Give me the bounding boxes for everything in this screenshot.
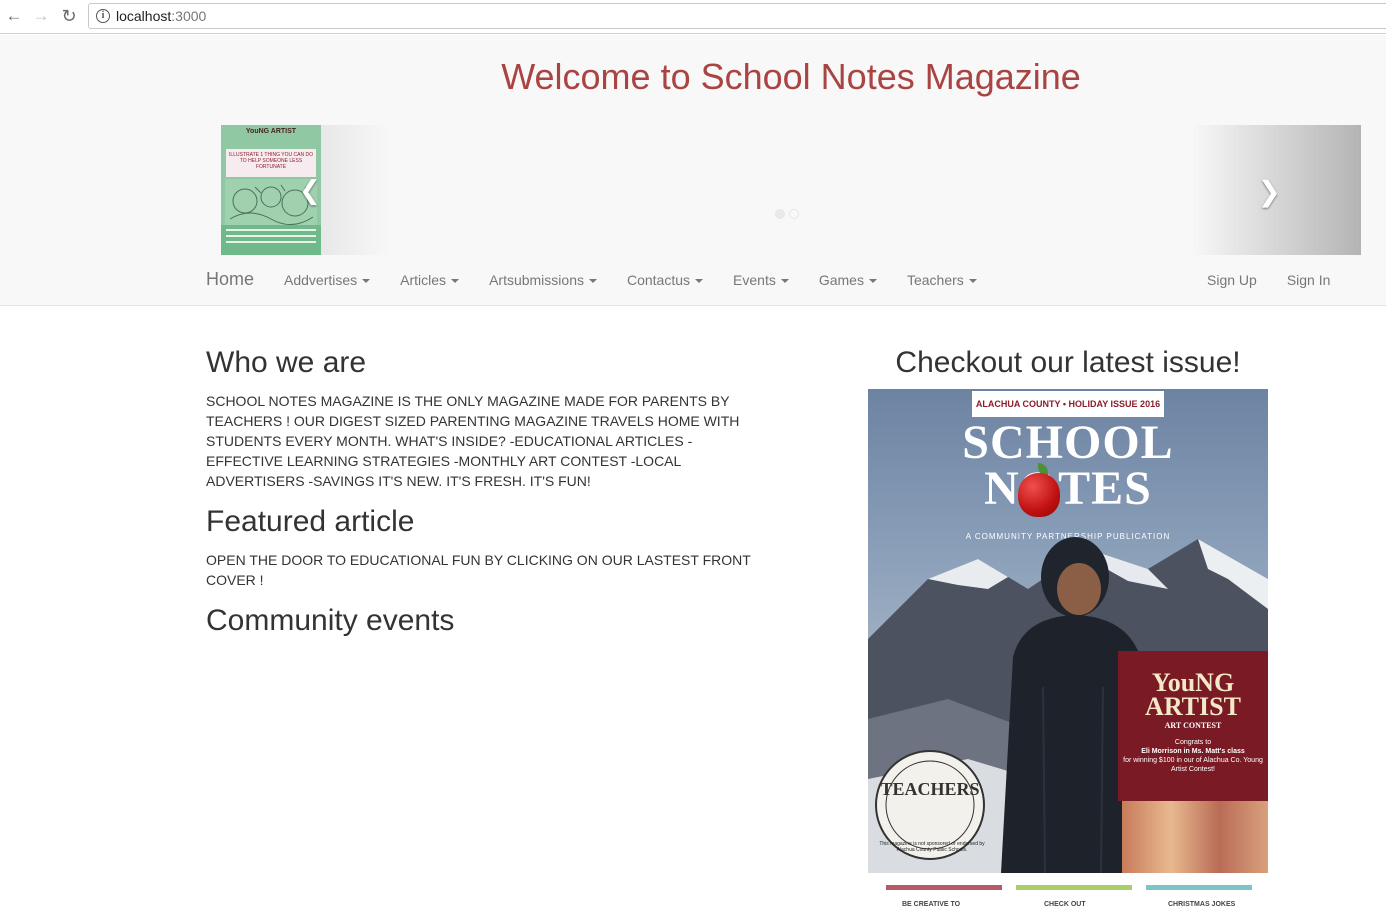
strip-item: BE CREATIVE TO: [902, 901, 961, 908]
contest-detail: for winning $100 in our of Alachua Co. Y…: [1123, 757, 1263, 773]
contest-winner: Eli Morrison in Ms. Matt's class: [1141, 748, 1245, 755]
cover-title: SCHOOL NOTES: [868, 419, 1268, 513]
contest-kids-photo: [1122, 801, 1268, 873]
nav-item-articles[interactable]: Articles: [400, 272, 460, 288]
nav-item-label: Games: [818, 272, 864, 288]
featured-article-text: OPEN THE DOOR TO EDUCATIONAL FUN BY CLIC…: [206, 552, 751, 588]
cover-title-line-2: NOTES: [984, 462, 1152, 515]
nav-home-link[interactable]: Home: [206, 269, 254, 290]
thumb-footer: [221, 225, 321, 255]
caret-down-icon: [695, 279, 704, 284]
url-host: localhost: [116, 8, 172, 24]
nav-item-label: Teachers: [906, 272, 964, 288]
strip-bar-red: [886, 885, 1002, 890]
nav-item-contactus[interactable]: Contactus: [626, 272, 704, 288]
nav-item-addvertises[interactable]: Addvertises: [284, 272, 371, 288]
contest-congrats: Congrats to: [1174, 739, 1212, 746]
carousel-indicator[interactable]: [789, 209, 799, 219]
site-header: Welcome to School Notes Magazine YouNG A…: [0, 35, 1386, 306]
caret-down-icon: [451, 279, 460, 284]
image-carousel: YouNG ARTIST ILLUSTRATE 1 THING YOU CAN …: [221, 125, 1361, 255]
who-we-are-heading: Who we are: [206, 346, 367, 379]
strip-bar-teal: [1146, 885, 1252, 890]
caret-down-icon: [968, 279, 977, 284]
thumb-title: YouNG ARTIST: [221, 125, 321, 147]
contest-details: Congrats to Eli Morrison in Ms. Matt's c…: [1118, 738, 1268, 774]
caret-down-icon: [588, 279, 597, 284]
nav-item-label: Addvertises: [284, 272, 358, 288]
address-bar[interactable]: i localhost:3000: [88, 3, 1386, 29]
url-text: localhost:3000: [116, 8, 206, 24]
carousel-indicators: [775, 209, 799, 219]
nav-item-label: Events: [733, 272, 776, 288]
reload-icon[interactable]: ↻: [60, 6, 78, 26]
forward-arrow-icon[interactable]: →: [32, 6, 50, 26]
strip-item: CHECK OUT: [1044, 901, 1086, 908]
art-contest-text: YouNG ARTIST ART CONTEST Congrats to Eli…: [1118, 668, 1268, 774]
community-events-heading: Community events: [206, 604, 455, 637]
nav-item-events[interactable]: Events: [733, 272, 789, 288]
thumb-subtitle: ILLUSTRATE 1 THING YOU CAN DO TO HELP SO…: [226, 149, 316, 177]
browser-toolbar: ← → ↻ i localhost:3000: [0, 0, 1386, 34]
content-left: Who we are SCHOOL NOTES MAGAZINE IS THE …: [206, 346, 766, 649]
strip-item: CHRISTMAS JOKES: [1168, 901, 1236, 908]
cover-bottom-strip: BE CREATIVE TO CHECK OUT CHRISTMAS JOKES: [868, 877, 1268, 908]
nav-item-games[interactable]: Games: [819, 272, 877, 288]
nav-item-label: Articles: [400, 272, 447, 288]
chevron-right-icon[interactable]: ❯: [1258, 175, 1281, 208]
back-arrow-icon[interactable]: ←: [5, 6, 23, 26]
latest-issue-cover[interactable]: ALACHUA COUNTY • HOLIDAY ISSUE 2016 SCHO…: [868, 389, 1268, 873]
nav-menu: Addvertises Articles Artsubmissions Cont…: [284, 272, 1007, 288]
who-we-are-text: SCHOOL NOTES MAGAZINE IS THE ONLY MAGAZI…: [206, 393, 740, 489]
carousel-prev-control[interactable]: [321, 125, 391, 255]
strip-bar-green: [1016, 885, 1132, 890]
chevron-left-icon[interactable]: ❮: [299, 175, 321, 206]
caret-down-icon: [362, 279, 371, 284]
latest-issue-heading: Checkout our latest issue!: [895, 346, 1241, 379]
nav-item-teachers[interactable]: Teachers: [907, 272, 977, 288]
site-title: Welcome to School Notes Magazine: [501, 56, 1081, 97]
carousel-indicator[interactable]: [775, 209, 785, 219]
nav-item-artsubmissions[interactable]: Artsubmissions: [489, 272, 597, 288]
cover-issue-label: ALACHUA COUNTY • HOLIDAY ISSUE 2016: [972, 391, 1164, 417]
featured-article-heading: Featured article: [206, 505, 415, 538]
url-port: :3000: [171, 8, 207, 24]
main-navbar: Home Addvertises Articles Artsubmissions…: [0, 260, 1386, 300]
info-icon[interactable]: i: [96, 9, 110, 23]
sign-in-link[interactable]: Sign In: [1287, 272, 1331, 288]
stamp-note: This magazine is not sponsored or endors…: [879, 841, 985, 853]
nav-item-label: Artsubmissions: [489, 272, 584, 288]
caret-down-icon: [868, 279, 877, 284]
stamp-text: TEACHERS: [880, 779, 980, 799]
contest-title: YouNG ARTIST: [1145, 668, 1241, 721]
content-right: Checkout our latest issue! ALACHUA COUNT…: [868, 346, 1268, 873]
apple-icon: [1018, 473, 1060, 517]
contest-subtitle: ART CONTEST: [1164, 721, 1222, 730]
sign-up-link[interactable]: Sign Up: [1207, 272, 1257, 288]
nav-item-label: Contactus: [626, 272, 691, 288]
auth-links: Sign Up Sign In: [1207, 272, 1360, 288]
caret-down-icon: [780, 279, 789, 284]
